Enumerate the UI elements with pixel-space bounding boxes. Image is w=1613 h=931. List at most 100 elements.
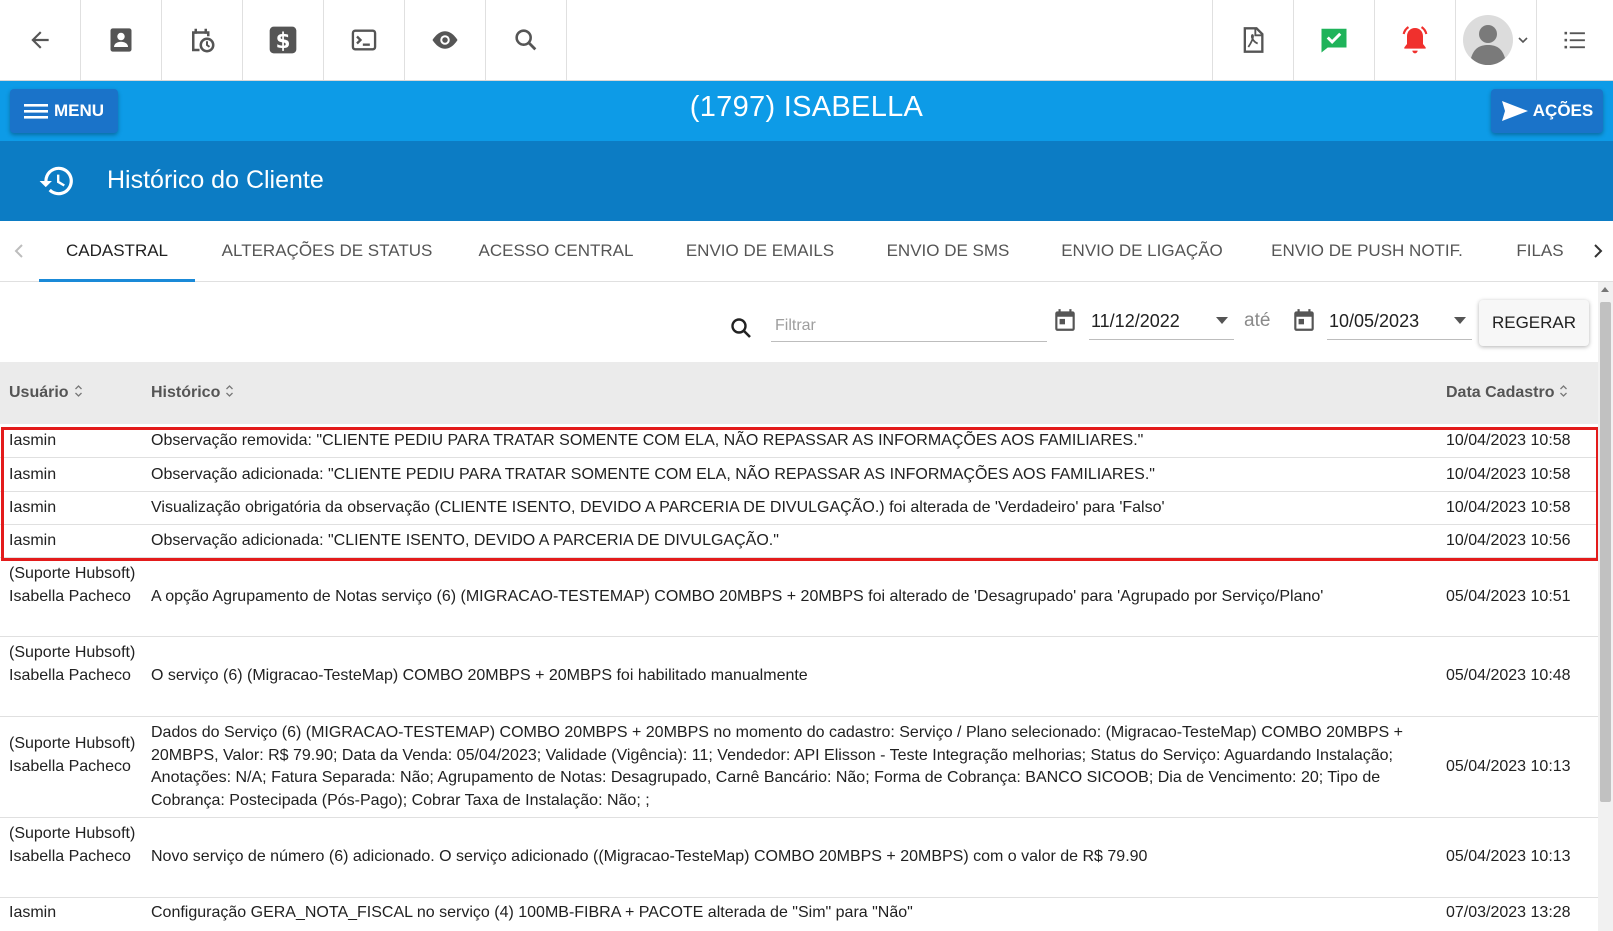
search-button[interactable] <box>486 0 567 80</box>
tab-envio-emails[interactable]: ENVIO DE EMAILS <box>672 221 848 282</box>
client-header: MENU (1797) ISABELLA AÇÕES <box>0 81 1613 141</box>
filter-input[interactable] <box>771 310 1047 342</box>
calendar-clock-icon <box>192 28 215 53</box>
sort-icon <box>226 385 234 397</box>
client-card-button[interactable] <box>81 0 162 80</box>
cell-user: Iasmin <box>9 904 57 921</box>
view-button[interactable] <box>405 0 486 80</box>
tab-acesso-central[interactable]: ACESSO CENTRAL <box>470 221 642 282</box>
table-row: Iasmin Visualização obrigatória da obser… <box>0 492 1598 525</box>
cell-date: 10/04/2023 10:56 <box>1446 532 1571 549</box>
cell-history: O serviço (6) (Migracao-TesteMap) COMBO … <box>151 667 808 684</box>
vertical-scrollbar[interactable] <box>1598 282 1613 931</box>
cell-history: Dados do Serviço (6) (MIGRACAO-TESTEMAP)… <box>151 724 1404 809</box>
cell-user: Iasmin <box>9 532 57 549</box>
schedule-button[interactable] <box>162 0 243 80</box>
column-header-historico[interactable]: Histórico <box>151 384 234 402</box>
alarm-bell-icon <box>1402 26 1428 54</box>
filter-bar: 11/12/2022 até 10/05/2023 REGERAR <box>0 282 1598 362</box>
sort-icon <box>1560 385 1568 397</box>
date-to-value: 10/05/2023 <box>1329 311 1420 331</box>
chevron-down-icon <box>1518 37 1528 44</box>
terminal-icon <box>351 29 377 51</box>
eye-icon <box>432 31 458 49</box>
alerts-button[interactable] <box>1375 0 1456 80</box>
pdf-icon <box>1243 27 1264 53</box>
history-tabs: CADASTRAL ALTERAÇÕES DE STATUS ACESSO CE… <box>0 221 1613 282</box>
list-button[interactable] <box>1537 0 1613 80</box>
cell-date: 10/04/2023 10:58 <box>1446 466 1571 483</box>
list-icon <box>1564 31 1585 49</box>
cell-history: A opção Agrupamento de Notas serviço (6)… <box>151 588 1324 605</box>
section-header: Histórico do Cliente <box>0 141 1613 221</box>
chevron-right-icon <box>1594 244 1603 258</box>
table-header: Usuário Histórico Data Cadastro <box>0 362 1598 424</box>
user-avatar-icon <box>1463 15 1513 66</box>
scrollbar-thumb[interactable] <box>1600 302 1611 802</box>
cell-date: 07/03/2023 13:28 <box>1446 904 1571 921</box>
cell-user: (Suporte Hubsoft) Isabella Pacheco <box>9 735 136 775</box>
date-separator: até <box>1244 310 1271 331</box>
date-from-select[interactable]: 11/12/2022 <box>1089 302 1234 340</box>
messages-button[interactable] <box>1294 0 1375 80</box>
cell-user: Iasmin <box>9 499 57 516</box>
table-row: (Suporte Hubsoft) Isabella Pacheco Dados… <box>0 717 1598 818</box>
cell-date: 05/04/2023 10:13 <box>1446 758 1571 775</box>
tab-alteracoes-status[interactable]: ALTERAÇÕES DE STATUS <box>212 221 442 282</box>
back-button[interactable] <box>0 0 81 80</box>
search-icon <box>515 29 537 51</box>
cell-history: Visualização obrigatória da observação (… <box>151 499 1165 516</box>
column-header-data-cadastro[interactable]: Data Cadastro <box>1446 384 1568 402</box>
tabs-prev-button[interactable] <box>9 239 29 263</box>
cell-date: 10/04/2023 10:58 <box>1446 432 1571 449</box>
cell-history: Configuração GERA_NOTA_FISCAL no serviço… <box>151 904 913 921</box>
tabs-next-button[interactable] <box>1588 239 1608 263</box>
column-header-label: Usuário <box>9 384 69 401</box>
tab-envio-sms[interactable]: ENVIO DE SMS <box>876 221 1020 282</box>
cell-user: Iasmin <box>9 432 57 449</box>
table-row: Iasmin Observação adicionada: "CLIENTE P… <box>0 458 1598 492</box>
cell-history: Observação removida: "CLIENTE PEDIU PARA… <box>151 432 1144 449</box>
svg-text:$: $ <box>276 29 291 54</box>
regerar-button[interactable]: REGERAR <box>1479 300 1589 346</box>
cell-history: Novo serviço de número (6) adicionado. O… <box>151 848 1148 865</box>
financial-button[interactable]: $ <box>243 0 324 80</box>
check-message-icon <box>1321 28 1347 53</box>
table-row: Iasmin Configuração GERA_NOTA_FISCAL no … <box>0 898 1598 931</box>
cell-date: 05/04/2023 10:13 <box>1446 848 1571 865</box>
cell-date: 10/04/2023 10:58 <box>1446 499 1571 516</box>
send-icon <box>1501 101 1528 121</box>
cell-history: Observação adicionada: "CLIENTE ISENTO, … <box>151 532 779 549</box>
caret-down-icon <box>1216 317 1228 324</box>
column-header-usuario[interactable]: Usuário <box>9 384 83 402</box>
table-row: Iasmin Observação adicionada: "CLIENTE I… <box>0 525 1598 558</box>
tab-envio-ligacao[interactable]: ENVIO DE LIGAÇÃO <box>1050 221 1234 282</box>
filter-search-icon <box>731 318 751 338</box>
cell-history: Observação adicionada: "CLIENTE PEDIU PA… <box>151 466 1155 483</box>
top-toolbar: $ <box>0 0 1613 81</box>
history-table-body: Iasmin Observação removida: "CLIENTE PED… <box>0 424 1598 931</box>
date-to-select[interactable]: 10/05/2023 <box>1327 302 1472 340</box>
history-icon <box>39 166 73 196</box>
terminal-button[interactable] <box>324 0 405 80</box>
tab-cadastral[interactable]: CADASTRAL <box>39 221 195 282</box>
sort-icon <box>74 385 82 397</box>
cell-date: 05/04/2023 10:48 <box>1446 667 1571 684</box>
acoes-label: AÇÕES <box>1532 101 1594 120</box>
table-row: (Suporte Hubsoft) Isabella Pacheco Novo … <box>0 818 1598 898</box>
acoes-button[interactable]: AÇÕES <box>1491 89 1603 133</box>
pdf-button[interactable] <box>1213 0 1294 80</box>
cell-user: (Suporte Hubsoft) Isabella Pacheco <box>9 825 136 865</box>
arrow-left-icon <box>31 31 49 49</box>
cell-user: (Suporte Hubsoft) Isabella Pacheco <box>9 644 136 684</box>
tab-envio-push[interactable]: ENVIO DE PUSH NOTIF. <box>1262 221 1472 282</box>
contact-card-icon <box>110 28 132 52</box>
cell-user: (Suporte Hubsoft) Isabella Pacheco <box>9 565 136 605</box>
user-menu-button[interactable] <box>1456 0 1537 80</box>
section-title: Histórico do Cliente <box>107 166 324 194</box>
dollar-icon: $ <box>269 26 297 54</box>
scroll-up-arrow[interactable] <box>1601 287 1609 292</box>
table-row: Iasmin Observação removida: "CLIENTE PED… <box>0 424 1598 458</box>
client-title: (1797) ISABELLA <box>689 91 924 123</box>
tab-filas[interactable]: FILAS <box>1504 221 1576 282</box>
